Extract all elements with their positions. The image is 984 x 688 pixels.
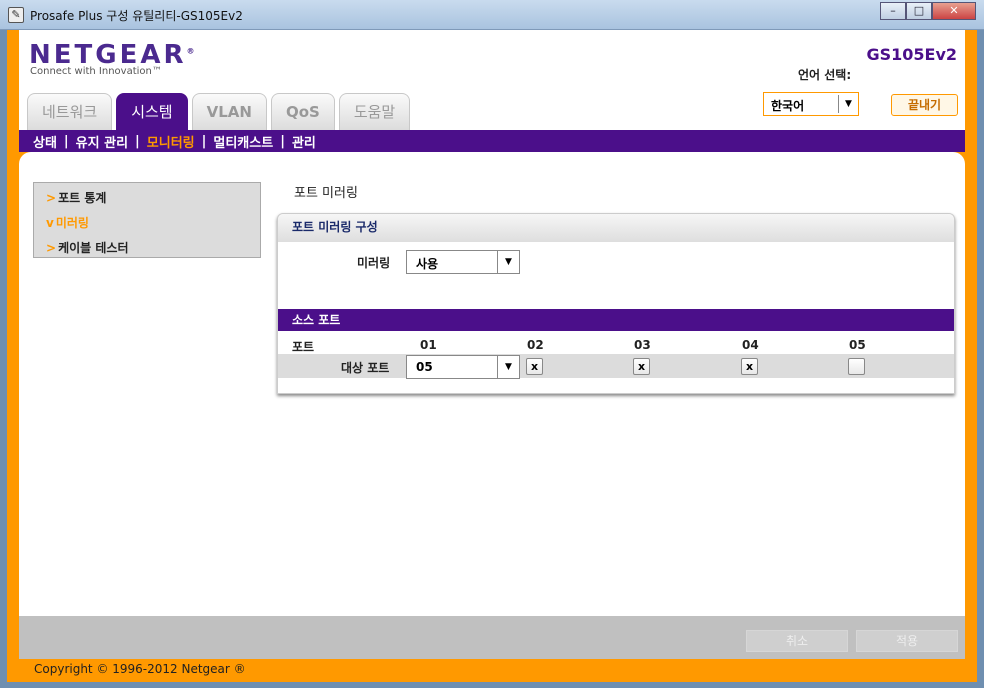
subnav-separator: | — [63, 133, 69, 149]
model-name: GS105Ev2 — [866, 45, 957, 64]
app-frame: NETGEAR® Connect with Innovation™ GS105E… — [7, 30, 977, 682]
port-column-label: 포트 — [292, 340, 315, 354]
close-button[interactable]: ✕ — [932, 2, 976, 20]
subnav-item-management[interactable]: 관리 — [292, 132, 316, 151]
copyright-text: Copyright © 1996-2012 Netgear ® — [34, 662, 246, 676]
language-label: 언어 선택: — [798, 68, 852, 82]
sub-navigation: 상태 | 유지 관리 | 모니터링 | 멀티캐스트 | 관리 — [19, 130, 965, 152]
logo-tagline: Connect with Innovation™ — [30, 66, 162, 77]
cancel-button[interactable]: 취소 — [746, 630, 848, 652]
apply-button[interactable]: 적용 — [856, 630, 958, 652]
source-port-checkbox[interactable]: x — [633, 358, 650, 375]
mirroring-value: 사용 — [416, 257, 439, 271]
subnav-item-status[interactable]: 상태 — [33, 132, 57, 151]
mirroring-label: 미러링 — [357, 256, 391, 270]
wrench-icon: ✎ — [8, 7, 24, 23]
chevron-right-icon: > — [46, 191, 57, 205]
language-select[interactable]: 한국어 ▼ — [763, 92, 859, 116]
window-title: Prosafe Plus 구성 유틸리티-GS105Ev2 — [30, 9, 243, 23]
side-menu-label: 포트 통계 — [58, 191, 107, 205]
mirroring-config-panel: 포트 미러링 구성 미러링 사용 ▼ 소스 포트 포트 01 02 03 04 … — [277, 213, 955, 394]
app-header: NETGEAR® Connect with Innovation™ GS105E… — [19, 30, 965, 130]
tab-qos[interactable]: QoS — [270, 93, 335, 130]
minimize-button[interactable]: – — [880, 2, 906, 20]
tab-network[interactable]: 네트워크 — [27, 93, 113, 130]
tab-help[interactable]: 도움말 — [338, 93, 411, 130]
source-port-checkbox[interactable] — [848, 358, 865, 375]
port-number: 05 — [849, 338, 866, 352]
logout-button[interactable]: 끝내기 — [891, 94, 958, 116]
source-port-checkbox[interactable]: x — [526, 358, 543, 375]
port-number: 02 — [527, 338, 544, 352]
dest-port-label: 대상 포트 — [341, 361, 390, 375]
mirroring-select[interactable]: 사용 ▼ — [406, 250, 520, 274]
tab-vlan[interactable]: VLAN — [191, 93, 267, 130]
side-menu-label: 케이블 테스터 — [58, 241, 129, 255]
port-number: 03 — [634, 338, 651, 352]
main-tabs: 네트워크 시스템 VLAN QoS 도움말 — [27, 93, 414, 130]
tab-system[interactable]: 시스템 — [116, 93, 188, 130]
panel-heading: 포트 미러링 구성 — [278, 214, 954, 242]
side-menu-item-port-stats[interactable]: > 포트 통계 — [34, 187, 260, 212]
source-port-checkbox[interactable]: x — [741, 358, 758, 375]
chevron-down-icon: ▼ — [838, 95, 858, 113]
subnav-separator: | — [280, 133, 285, 149]
subnav-separator: | — [135, 133, 140, 149]
subnav-item-monitoring[interactable]: 모니터링 — [147, 132, 195, 151]
language-value: 한국어 — [771, 99, 805, 113]
window-titlebar: ✎ Prosafe Plus 구성 유틸리티-GS105Ev2 – □ ✕ — [0, 0, 984, 30]
subnav-separator: | — [201, 133, 207, 149]
source-ports-header: 소스 포트 — [278, 309, 954, 331]
port-number: 01 — [420, 338, 437, 352]
side-menu: > 포트 통계 v 미러링 > 케이블 테스터 — [33, 182, 261, 258]
subnav-item-multicast[interactable]: 멀티캐스트 — [213, 132, 273, 151]
side-menu-item-mirroring[interactable]: v 미러링 — [34, 212, 260, 237]
port-number: 04 — [742, 338, 759, 352]
window-controls: – □ ✕ — [880, 2, 976, 20]
chevron-down-icon: ▼ — [497, 356, 519, 378]
chevron-right-icon: > — [46, 241, 57, 255]
action-bar: 취소 적용 — [19, 616, 965, 659]
main-content: > 포트 통계 v 미러링 > 케이블 테스터 포트 미러링 포트 미러링 구성 미러… — [19, 152, 965, 616]
side-menu-label: 미러링 — [55, 216, 89, 230]
dest-port-value: 05 — [416, 360, 433, 374]
chevron-down-icon: ▼ — [497, 251, 519, 273]
chevron-down-icon: v — [46, 216, 54, 230]
dest-port-select[interactable]: 05 ▼ — [406, 355, 520, 379]
subnav-item-maintenance[interactable]: 유지 관리 — [76, 132, 128, 151]
page-title: 포트 미러링 — [294, 186, 358, 201]
side-menu-item-cable-tester[interactable]: > 케이블 테스터 — [34, 237, 260, 262]
maximize-button[interactable]: □ — [906, 2, 932, 20]
